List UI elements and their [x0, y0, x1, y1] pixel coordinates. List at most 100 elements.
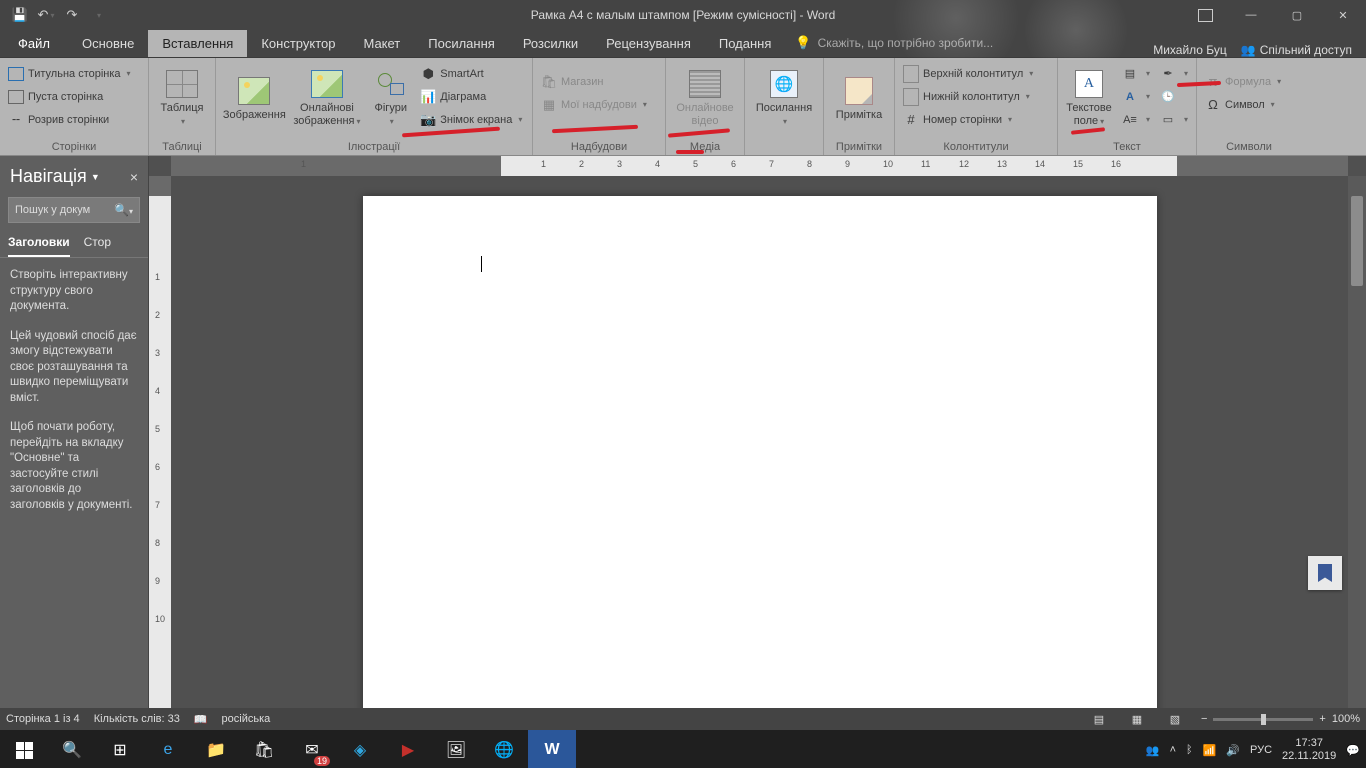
file-tab[interactable]: Файл	[0, 30, 68, 57]
close-button[interactable]: ✕	[1320, 0, 1366, 30]
explorer-button[interactable]: 📁	[192, 730, 240, 768]
dropcap-button[interactable]: A≡▾	[1116, 108, 1154, 131]
word-button[interactable]: W	[528, 730, 576, 768]
tab-review[interactable]: Рецензування	[592, 30, 705, 57]
view-read-button[interactable]: ▤	[1087, 710, 1111, 728]
table-icon	[166, 68, 198, 100]
chart-button[interactable]: 📊Діаграма	[416, 85, 528, 108]
pictures-button[interactable]: Зображення	[220, 60, 289, 136]
quickparts-button[interactable]: ▤▾	[1116, 62, 1154, 85]
scrollbar-thumb[interactable]	[1351, 196, 1363, 286]
zoom-in-button[interactable]: +	[1319, 713, 1325, 725]
view-web-button[interactable]: ▧	[1163, 710, 1187, 728]
mail-button[interactable]: ✉19	[288, 730, 336, 768]
nav-tab-pages[interactable]: Стор	[84, 235, 111, 257]
taskview-button[interactable]: ⊞	[96, 730, 144, 768]
nav-close-button[interactable]: ×	[130, 169, 138, 185]
wordart-button[interactable]: A▾	[1116, 85, 1154, 108]
titlebar: 💾 ↶▾ ↷ ▾ Рамка А4 с малым штампом [Режим…	[0, 0, 1366, 30]
shapes-icon	[375, 68, 407, 100]
page-scroll[interactable]	[171, 176, 1348, 708]
chrome-button[interactable]: 🌐	[480, 730, 528, 768]
volume-icon[interactable]: 🔊	[1226, 744, 1240, 757]
vertical-ruler[interactable]: 1 2 3 4 5 6 7 8 9 10	[149, 176, 172, 708]
save-button[interactable]: 💾	[8, 3, 32, 27]
shapes-button[interactable]: Фігури▾	[365, 60, 416, 136]
input-language[interactable]: РУС	[1250, 744, 1272, 756]
equation-button[interactable]: πФормула▾	[1201, 70, 1297, 93]
online-pictures-button[interactable]: Онлайнові зображення▾	[289, 60, 366, 136]
tab-layout[interactable]: Макет	[349, 30, 414, 57]
share-button[interactable]: 👥Спільний доступ	[1241, 43, 1352, 57]
horizontal-ruler[interactable]: 1 1 2 3 4 5 6 7 8 9 10 11 12 13 14 15 16	[171, 156, 1348, 177]
group-media: Онлайнове відео Медіа	[666, 58, 745, 155]
cover-page-button[interactable]: Титульна сторінка▾	[4, 62, 144, 85]
my-addins-button[interactable]: ▦Мої надбудови▾	[537, 93, 661, 116]
vertical-scrollbar[interactable]	[1348, 176, 1366, 708]
status-page[interactable]: Сторінка 1 із 4	[6, 713, 80, 725]
tab-references[interactable]: Посилання	[414, 30, 509, 57]
signature-button[interactable]: ✒▾	[1154, 62, 1192, 85]
ribbon-options-button[interactable]	[1182, 0, 1228, 30]
notifications-icon[interactable]: 💬	[1346, 744, 1360, 757]
edge-button[interactable]: e	[144, 730, 192, 768]
link-button[interactable]: 🌐Посилання▾	[749, 60, 819, 136]
photos-button[interactable]: 🖼	[432, 730, 480, 768]
proofing-icon[interactable]: 📖	[194, 713, 208, 726]
view-print-button[interactable]: ▦	[1125, 710, 1149, 728]
screenshot-button[interactable]: 📷Знімок екрана▾	[416, 108, 528, 131]
link-icon: 🌐	[768, 68, 800, 100]
search-button[interactable]: 🔍	[48, 730, 96, 768]
object-button[interactable]: ▭▾	[1154, 108, 1192, 131]
tab-mailings[interactable]: Розсилки	[509, 30, 592, 57]
footer-button[interactable]: Нижній колонтитул▾	[899, 85, 1053, 108]
people-icon[interactable]: 👥	[1146, 744, 1160, 757]
nav-hint-3: Щоб почати роботу, перейдіть на вкладку …	[10, 420, 138, 513]
telegram-button[interactable]: ◈	[336, 730, 384, 768]
table-button[interactable]: Таблиця▾	[153, 60, 211, 136]
symbol-button[interactable]: ΩСимвол▾	[1201, 93, 1297, 116]
zoom-out-button[interactable]: −	[1201, 713, 1207, 725]
window-title: Рамка А4 с малым штампом [Режим суміснос…	[531, 8, 836, 22]
document-page[interactable]	[363, 196, 1157, 708]
status-language[interactable]: російська	[222, 713, 271, 725]
youtube-button[interactable]: ▶	[384, 730, 432, 768]
text-cursor	[481, 256, 482, 272]
tab-insert[interactable]: Вставлення	[148, 30, 247, 57]
undo-button[interactable]: ↶▾	[34, 3, 58, 27]
bookmark-flag[interactable]	[1308, 556, 1342, 590]
header-button[interactable]: Верхній колонтитул▾	[899, 62, 1053, 85]
bluetooth-icon[interactable]: ᛒ	[1186, 744, 1193, 756]
redo-button[interactable]: ↷	[60, 3, 84, 27]
tab-home[interactable]: Основне	[68, 30, 148, 57]
store-icon: 🛍	[541, 74, 557, 90]
start-button[interactable]	[0, 730, 48, 768]
tray-expand-icon[interactable]: ˄	[1170, 744, 1176, 756]
group-headerfooter: Верхній колонтитул▾ Нижній колонтитул▾ #…	[895, 58, 1058, 155]
page-break-button[interactable]: ╌Розрив сторінки	[4, 108, 144, 131]
tab-design[interactable]: Конструктор	[247, 30, 349, 57]
qat-customize[interactable]: ▾	[86, 3, 110, 27]
online-video-button[interactable]: Онлайнове відео	[670, 60, 740, 136]
nav-tab-headings[interactable]: Заголовки	[8, 235, 70, 257]
comment-button[interactable]: Примітка	[828, 60, 890, 136]
status-wordcount[interactable]: Кількість слів: 33	[94, 713, 180, 725]
store-button[interactable]: 🛍Магазин	[537, 70, 661, 93]
datetime-button[interactable]: 🕒	[1154, 85, 1192, 108]
group-text: AТекстове поле▾ ▤▾ A▾ A≡▾ ✒▾ 🕒 ▭▾ Текст	[1058, 58, 1197, 155]
textbox-button[interactable]: AТекстове поле▾	[1062, 60, 1116, 136]
wifi-icon[interactable]: 📶	[1203, 744, 1217, 757]
maximize-button[interactable]: ▢	[1274, 0, 1320, 30]
blank-page-button[interactable]: Пуста сторінка	[4, 85, 144, 108]
minimize-button[interactable]: —	[1228, 0, 1274, 30]
msstore-button[interactable]: 🛍	[240, 730, 288, 768]
tab-view[interactable]: Подання	[705, 30, 786, 57]
object-icon: ▭	[1158, 111, 1178, 129]
smartart-button[interactable]: ⬢SmartArt	[416, 62, 528, 85]
nav-title: Навігація▼×	[0, 156, 148, 193]
page-number-button[interactable]: #Номер сторінки▾	[899, 108, 1053, 131]
nav-search-input[interactable]: Пошук у докум🔍▾	[8, 197, 140, 223]
zoom-level[interactable]: 100%	[1332, 713, 1360, 725]
clock[interactable]: 17:3722.11.2019	[1282, 737, 1336, 762]
zoom-slider[interactable]	[1213, 718, 1313, 721]
